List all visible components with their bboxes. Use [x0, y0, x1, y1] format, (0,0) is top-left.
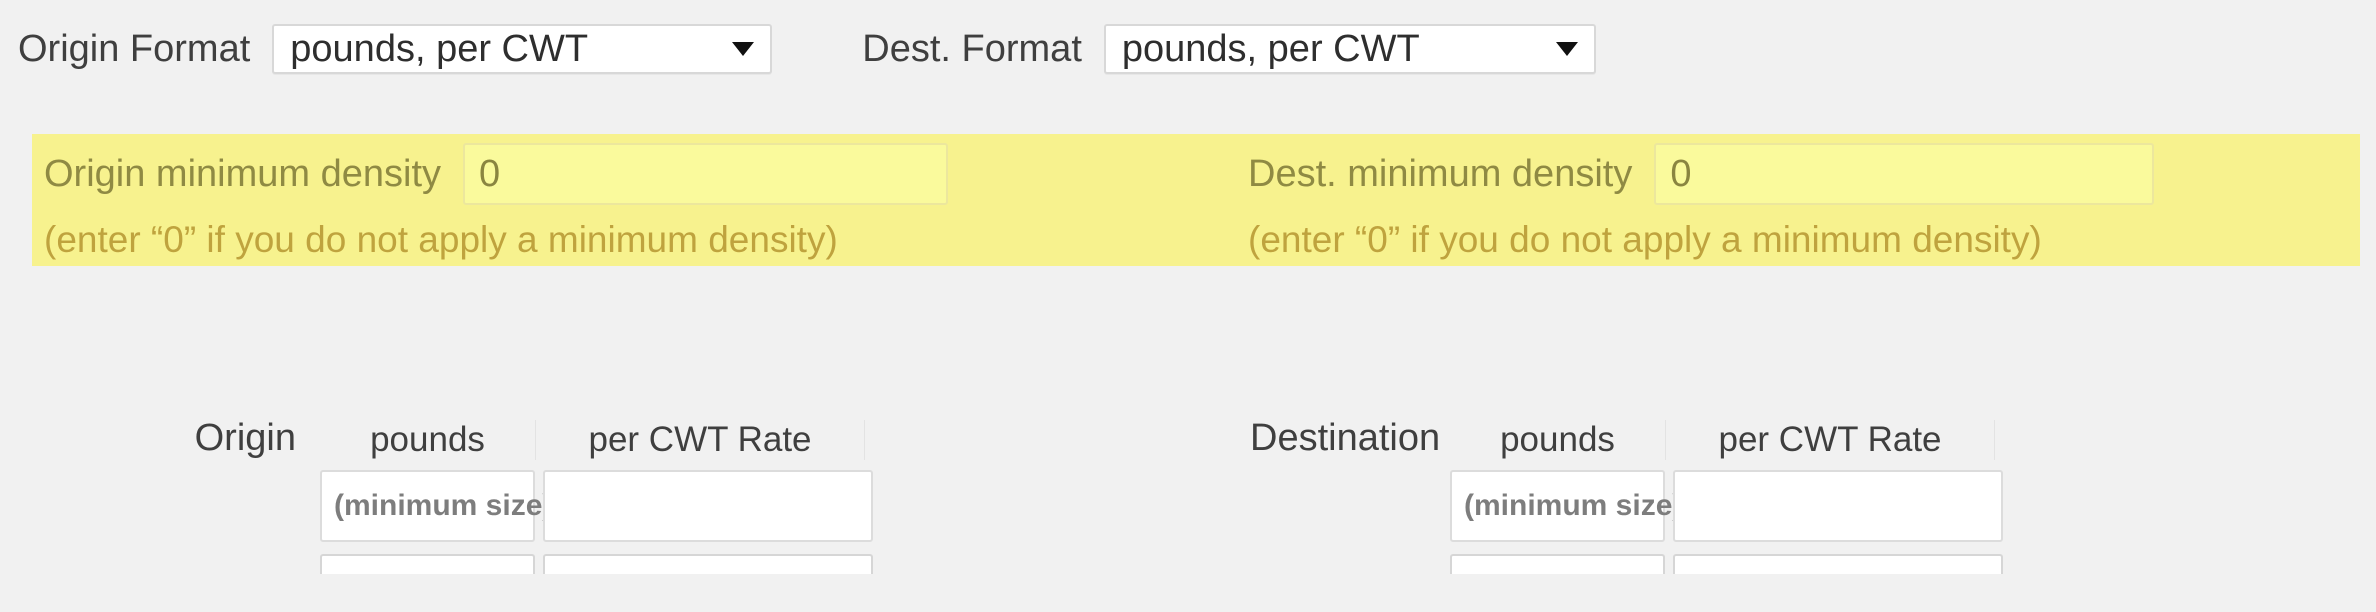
- origin-rate-input-row-2[interactable]: [543, 554, 873, 574]
- origin-format-selected-value: pounds, per CWT: [290, 27, 589, 70]
- row-spacer: [120, 554, 320, 574]
- dest-table-side-header: Destination: [1250, 417, 1441, 459]
- origin-format-select[interactable]: pounds, per CWT: [272, 24, 773, 74]
- origin-format-group: Origin Format pounds, per CWT: [18, 24, 773, 74]
- dest-minimum-density-group: Dest. minimum density 0: [1248, 134, 2155, 214]
- dest-minimum-density-label: Dest. minimum density: [1248, 152, 1633, 195]
- row-spacer: [1250, 470, 1450, 542]
- row-spacer: [1250, 554, 1450, 574]
- origin-pounds-input-row-2[interactable]: [320, 554, 535, 574]
- chevron-down-icon: [732, 42, 755, 56]
- dest-rate-table: Destination pounds per CWT Rate (minimum…: [1250, 400, 2003, 574]
- origin-rate-table: Origin pounds per CWT Rate (minimum size…: [120, 400, 873, 574]
- dest-minimum-density-hint: (enter “0” if you do not apply a minimum…: [1248, 219, 2042, 260]
- dest-minimum-size-input[interactable]: (minimum size): [1450, 470, 1682, 542]
- origin-table-rate-header: per CWT Rate: [535, 420, 865, 460]
- table-row: (minimum size): [1250, 470, 2003, 542]
- origin-minimum-size-input[interactable]: (minimum size): [320, 470, 552, 542]
- minimum-density-panel: Origin minimum density 0 Dest. minimum d…: [32, 134, 2360, 214]
- dest-rate-input-row-1[interactable]: [1673, 470, 2003, 542]
- dest-minimum-density-input[interactable]: 0: [1654, 143, 2155, 205]
- dest-format-group: Dest. Format pounds, per CWT: [862, 24, 1596, 74]
- row-spacer: [120, 470, 320, 542]
- minimum-density-hint-panel: (enter “0” if you do not apply a minimum…: [32, 214, 2360, 266]
- dest-format-select[interactable]: pounds, per CWT: [1103, 24, 1596, 74]
- table-row: (minimum size): [120, 470, 873, 542]
- rate-tables-region: Origin pounds per CWT Rate (minimum size…: [0, 400, 2376, 612]
- dest-table-rate-header: per CWT Rate: [1665, 420, 1995, 460]
- chevron-down-icon: [1555, 42, 1578, 56]
- origin-minimum-density-hint: (enter “0” if you do not apply a minimum…: [44, 219, 838, 260]
- origin-minimum-density-label: Origin minimum density: [44, 152, 441, 195]
- origin-table-pounds-header: pounds: [370, 420, 485, 459]
- dest-format-label: Dest. Format: [862, 27, 1082, 70]
- dest-rate-table-header: Destination pounds per CWT Rate: [1250, 400, 2003, 460]
- table-row: [1250, 554, 2003, 574]
- dest-rate-input-row-2[interactable]: [1673, 554, 2003, 574]
- origin-minimum-density-input[interactable]: 0: [463, 143, 948, 205]
- origin-table-side-header: Origin: [194, 417, 296, 459]
- origin-format-label: Origin Format: [18, 27, 251, 70]
- origin-rate-table-header: Origin pounds per CWT Rate: [120, 400, 873, 460]
- table-row: [120, 554, 873, 574]
- dest-pounds-input-row-2[interactable]: [1450, 554, 1665, 574]
- origin-minimum-density-group: Origin minimum density 0: [44, 134, 948, 214]
- dest-table-pounds-header: pounds: [1500, 420, 1615, 459]
- origin-rate-input-row-1[interactable]: [543, 470, 873, 542]
- format-selector-row: Origin Format pounds, per CWT Dest. Form…: [0, 16, 2376, 82]
- dest-format-selected-value: pounds, per CWT: [1121, 27, 1420, 70]
